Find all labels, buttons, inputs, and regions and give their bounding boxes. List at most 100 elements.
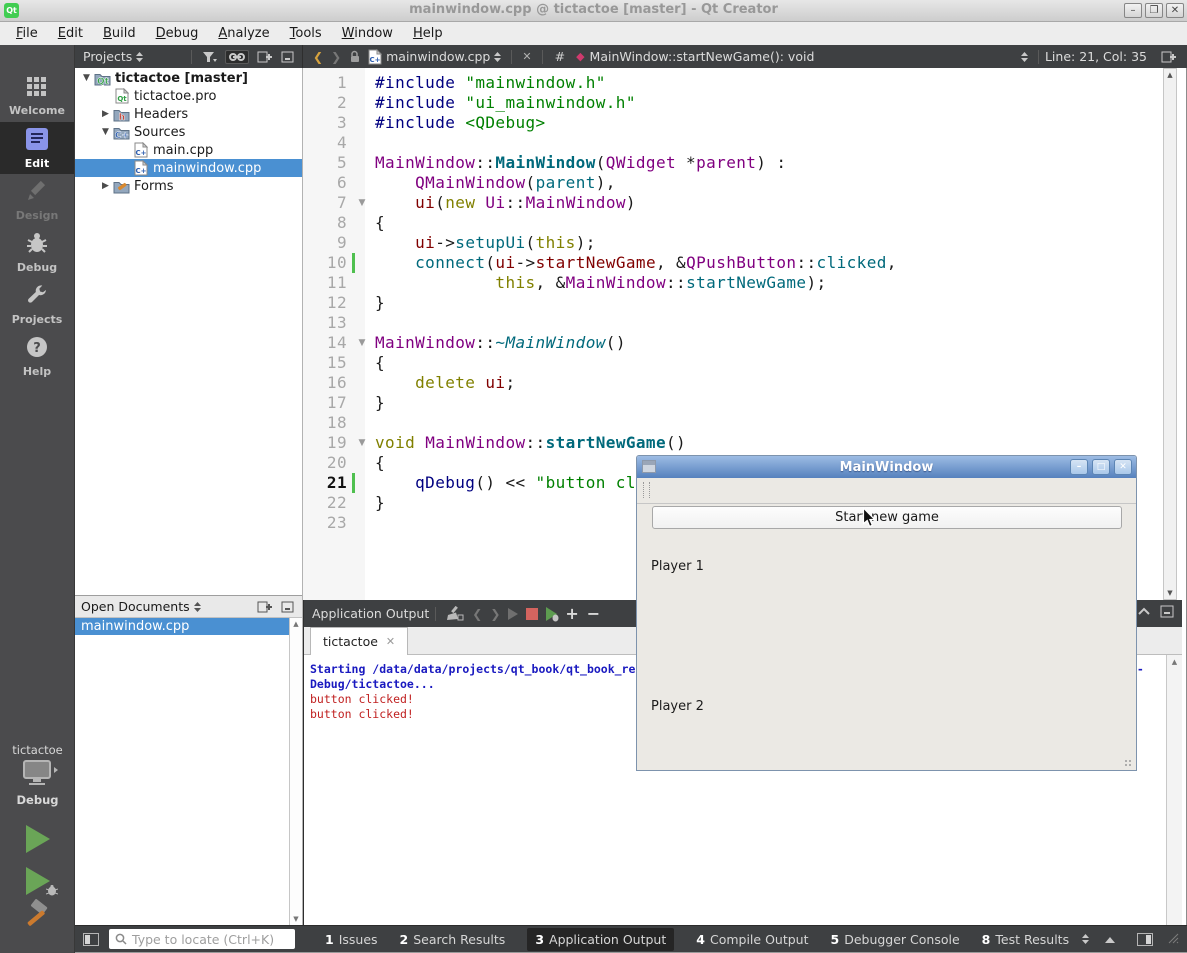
chevron-right-icon[interactable]: ▶ bbox=[99, 109, 112, 119]
combo-arrows-icon[interactable] bbox=[1020, 51, 1029, 63]
maximize-button[interactable]: □ bbox=[1092, 459, 1110, 475]
split-icon[interactable] bbox=[257, 601, 273, 613]
tree-item-main-cpp[interactable]: C+main.cpp bbox=[75, 141, 302, 159]
symbols-hash-button[interactable]: # bbox=[555, 49, 565, 64]
locator-input[interactable]: Type to locate (Ctrl+K) bbox=[109, 929, 295, 949]
pane-button-application-output[interactable]: 3Application Output bbox=[527, 928, 674, 951]
close-button[interactable]: ✕ bbox=[1114, 459, 1132, 475]
output-tab-tictactoe[interactable]: tictactoe ✕ bbox=[310, 627, 408, 655]
mode-help[interactable]: ?Help bbox=[0, 330, 74, 382]
minimize-button[interactable]: – bbox=[1070, 459, 1088, 475]
open-documents-header: Open Documents bbox=[75, 595, 302, 618]
close-panel-icon[interactable] bbox=[281, 51, 294, 63]
run-button[interactable] bbox=[0, 825, 75, 853]
mode-debug[interactable]: Debug bbox=[0, 226, 74, 278]
chevron-right-icon[interactable]: ▶ bbox=[99, 181, 112, 191]
stop-icon[interactable] bbox=[526, 608, 538, 620]
mode-welcome[interactable]: Welcome bbox=[0, 70, 74, 122]
debug-run-button[interactable] bbox=[0, 867, 75, 895]
menu-analyze[interactable]: Analyze bbox=[208, 24, 279, 43]
filter-icon[interactable] bbox=[202, 51, 217, 63]
symbol-combo[interactable]: MainWindow::startNewGame(): void bbox=[590, 49, 815, 64]
kit-selector[interactable] bbox=[0, 759, 75, 793]
editor-scrollbar[interactable]: ▲ ▼ bbox=[1163, 68, 1177, 600]
menu-debug[interactable]: Debug bbox=[146, 24, 209, 43]
chevron-down-icon[interactable]: ▼ bbox=[80, 73, 93, 83]
maximize-button[interactable]: ❐ bbox=[1145, 3, 1163, 18]
scroll-up-icon[interactable]: ▲ bbox=[1167, 658, 1182, 666]
toolbar-drag-handle[interactable] bbox=[643, 482, 650, 498]
projects-combo[interactable]: Projects bbox=[83, 49, 132, 64]
open-documents-scrollbar[interactable]: ▲ ▼ bbox=[289, 618, 302, 925]
mainwindow-titlebar[interactable]: MainWindow – □ ✕ bbox=[637, 456, 1136, 478]
code-line: 3#include <QDebug> bbox=[303, 113, 1163, 133]
scroll-down-icon[interactable]: ▼ bbox=[1164, 589, 1176, 597]
next-item-icon[interactable]: ❯ bbox=[490, 607, 500, 621]
tree-item-headers[interactable]: ▶hHeaders bbox=[75, 105, 302, 123]
scroll-up-icon[interactable]: ▲ bbox=[290, 620, 302, 628]
mode-edit[interactable]: Edit bbox=[0, 122, 74, 174]
combo-arrows-icon[interactable] bbox=[193, 601, 202, 613]
tree-item-forms[interactable]: ▶Forms bbox=[75, 177, 302, 195]
close-panel-icon[interactable] bbox=[281, 601, 294, 613]
fold-marker-icon[interactable]: ▼ bbox=[355, 193, 369, 213]
link-with-editor-icon[interactable] bbox=[225, 50, 249, 64]
menu-edit[interactable]: Edit bbox=[48, 24, 93, 43]
resize-grip-icon[interactable] bbox=[1167, 932, 1179, 947]
toggle-left-sidebar-icon[interactable] bbox=[83, 933, 99, 946]
pane-button-issues[interactable]: 1Issues bbox=[325, 932, 378, 947]
fold-marker-icon[interactable]: ▼ bbox=[355, 333, 369, 353]
prev-item-icon[interactable]: ❮ bbox=[472, 607, 482, 621]
tree-item-tictactoe-pro[interactable]: Qttictactoe.pro bbox=[75, 87, 302, 105]
expand-bottom-panel-icon[interactable] bbox=[1105, 932, 1115, 947]
menu-tools[interactable]: Tools bbox=[280, 24, 332, 43]
toggle-right-sidebar-icon[interactable] bbox=[1137, 933, 1153, 946]
tree-item-tictactoe-master-[interactable]: ▼Qttictactoe [master] bbox=[75, 69, 302, 87]
build-button[interactable] bbox=[0, 899, 75, 937]
split-editor-icon[interactable] bbox=[1161, 51, 1177, 63]
tree-item-sources[interactable]: ▼C+Sources bbox=[75, 123, 302, 141]
split-icon[interactable] bbox=[257, 51, 273, 63]
expand-panel-icon[interactable] bbox=[1137, 605, 1151, 619]
pane-button-debugger-console[interactable]: 5Debugger Console bbox=[831, 932, 960, 947]
document-combo[interactable]: mainwindow.cpp bbox=[386, 49, 490, 64]
tree-item-mainwindow-cpp[interactable]: C+mainwindow.cpp bbox=[75, 159, 302, 177]
menu-file[interactable]: File bbox=[6, 24, 48, 43]
mode-projects[interactable]: Projects bbox=[0, 278, 74, 330]
fold-column bbox=[355, 473, 369, 493]
resize-grip-icon[interactable] bbox=[1124, 759, 1132, 767]
forward-icon[interactable]: ❯ bbox=[331, 50, 341, 64]
mainwindow-app[interactable]: MainWindow – □ ✕ Start new game Player 1… bbox=[636, 455, 1137, 771]
zoom-in-icon[interactable]: + bbox=[565, 604, 578, 623]
back-icon[interactable]: ❮ bbox=[313, 50, 323, 64]
close-tab-icon[interactable]: ✕ bbox=[386, 635, 395, 648]
combo-arrows-icon[interactable] bbox=[1081, 933, 1090, 945]
combo-arrows-icon[interactable] bbox=[135, 51, 144, 63]
scroll-down-icon[interactable]: ▼ bbox=[290, 915, 302, 923]
run-icon bbox=[26, 825, 50, 853]
output-scrollbar[interactable]: ▲ bbox=[1166, 655, 1182, 925]
run-output-icon[interactable] bbox=[508, 608, 518, 620]
line-number: 7 bbox=[303, 193, 351, 213]
menu-help[interactable]: Help bbox=[403, 24, 453, 43]
pane-button-search-results[interactable]: 2Search Results bbox=[400, 932, 506, 947]
clean-icon[interactable] bbox=[446, 606, 464, 621]
open-document-item[interactable]: mainwindow.cpp bbox=[75, 618, 289, 635]
close-button[interactable]: ✕ bbox=[1166, 3, 1184, 18]
pane-button-compile-output[interactable]: 4Compile Output bbox=[696, 932, 808, 947]
combo-arrows-icon[interactable] bbox=[493, 51, 502, 63]
close-document-icon[interactable]: ✕ bbox=[522, 50, 531, 63]
maximize-panel-icon[interactable] bbox=[1160, 605, 1174, 618]
open-documents-combo[interactable]: Open Documents bbox=[81, 599, 190, 614]
chevron-down-icon[interactable]: ▼ bbox=[99, 127, 112, 137]
zoom-out-icon[interactable]: − bbox=[587, 604, 600, 623]
scroll-up-icon[interactable]: ▲ bbox=[1164, 71, 1176, 79]
minimize-button[interactable]: – bbox=[1124, 3, 1142, 18]
pane-button-test-results[interactable]: 8Test Results bbox=[982, 932, 1069, 947]
menu-build[interactable]: Build bbox=[93, 24, 146, 43]
fold-marker-icon[interactable]: ▼ bbox=[355, 433, 369, 453]
start-new-game-button[interactable]: Start new game bbox=[652, 506, 1122, 529]
window-titlebar[interactable]: Qt mainwindow.cpp @ tictactoe [master] -… bbox=[0, 0, 1187, 22]
menu-window[interactable]: Window bbox=[332, 24, 403, 43]
rerun-debug-icon[interactable] bbox=[546, 607, 557, 621]
